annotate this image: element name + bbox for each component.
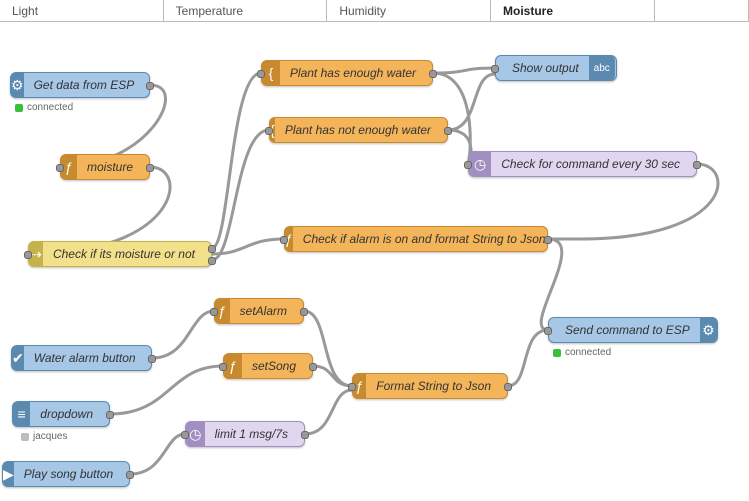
node-status: jacques [21,431,67,442]
input-port[interactable] [24,251,32,259]
input-port[interactable] [544,327,552,335]
node-label: Check if its moisture or not [43,247,205,261]
output-port-2[interactable] [208,257,216,265]
input-port[interactable] [348,383,356,391]
node-limit-msgs[interactable]: ◷ limit 1 msg/7s [185,421,305,447]
node-plant-not-enough[interactable]: { Plant has not enough water [269,117,448,143]
tab-blank [655,0,749,21]
node-set-song[interactable]: ƒ setSong [223,353,313,379]
node-label: setAlarm [230,304,297,318]
node-plant-enough[interactable]: { Plant has enough water [261,60,433,86]
output-port[interactable] [309,363,317,371]
node-label: Plant has enough water [280,66,426,80]
play-icon: ▶ [3,461,14,487]
node-label: limit 1 msg/7s [205,427,298,441]
output-port[interactable] [444,127,452,135]
node-label: dropdown [30,407,103,421]
output-port[interactable] [148,355,156,363]
node-send-cmd-esp[interactable]: Send command to ESP ⚙ [548,317,718,343]
abc-icon: abc [589,55,615,81]
node-label: Water alarm button [24,351,146,365]
status-dot [553,349,561,357]
node-label: Plant has not enough water [275,123,441,137]
input-port[interactable] [181,431,189,439]
node-label: setSong [242,359,306,373]
tab-temperature[interactable]: Temperature [164,0,328,21]
node-moisture[interactable]: ƒ moisture [60,154,150,180]
input-port[interactable] [464,161,472,169]
node-label: Send command to ESP [555,323,700,337]
gear-icon: ⚙ [700,317,717,343]
status-text: jacques [33,431,67,442]
output-port[interactable] [106,411,114,419]
output-port[interactable] [429,70,437,78]
output-port[interactable] [300,308,308,316]
node-label: Check if alarm is on and format String t… [293,232,556,246]
node-check-alarm-json[interactable]: ƒ Check if alarm is on and format String… [284,226,548,252]
output-port[interactable] [693,161,701,169]
status-dot [15,104,23,112]
node-play-song-btn[interactable]: ▶ Play song button [2,461,130,487]
node-label: Check for command every 30 sec [491,157,690,171]
node-format-json[interactable]: ƒ Format String to Json [352,373,508,399]
input-port[interactable] [210,308,218,316]
output-port[interactable] [301,431,309,439]
output-port[interactable] [146,82,154,90]
input-port[interactable] [491,65,499,73]
node-check-moisture[interactable]: ⇢ Check if its moisture or not [28,241,212,267]
node-get-data-esp[interactable]: ⚙ Get data from ESP [10,72,150,98]
clock-icon: ◷ [469,151,491,177]
node-label: moisture [77,160,143,174]
node-check-cmd-30s[interactable]: ◷ Check for command every 30 sec [468,151,697,177]
output-port-1[interactable] [208,245,216,253]
input-port[interactable] [56,164,64,172]
node-status: connected [15,102,73,113]
output-port[interactable] [146,164,154,172]
status-dot [21,433,29,441]
input-port[interactable] [257,70,265,78]
flow-canvas[interactable]: ⚙ Get data from ESP connected ƒ moisture… [0,22,749,501]
node-status: connected [553,347,611,358]
menu-icon: ≡ [13,401,30,427]
status-text: connected [27,102,73,113]
node-dropdown[interactable]: ≡ dropdown [12,401,110,427]
node-water-alarm-btn[interactable]: ✔ Water alarm button [11,345,152,371]
node-label: Show output [502,61,589,75]
input-port[interactable] [265,127,273,135]
node-show-output[interactable]: Show output abc [495,55,617,81]
status-text: connected [565,347,611,358]
switch-icon: ✔ [12,345,24,371]
output-port[interactable] [544,236,552,244]
workspace-tabs: Light Temperature Humidity Moisture [0,0,749,22]
tab-humidity[interactable]: Humidity [327,0,491,21]
gear-icon: ⚙ [11,72,24,98]
input-port[interactable] [219,363,227,371]
node-set-alarm[interactable]: ƒ setAlarm [214,298,304,324]
node-label: Play song button [14,467,123,481]
output-port[interactable] [504,383,512,391]
input-port[interactable] [280,236,288,244]
tab-moisture[interactable]: Moisture [491,0,655,21]
node-label: Format String to Json [366,379,501,393]
node-label: Get data from ESP [24,78,145,92]
tab-light[interactable]: Light [0,0,164,21]
output-port[interactable] [126,471,134,479]
